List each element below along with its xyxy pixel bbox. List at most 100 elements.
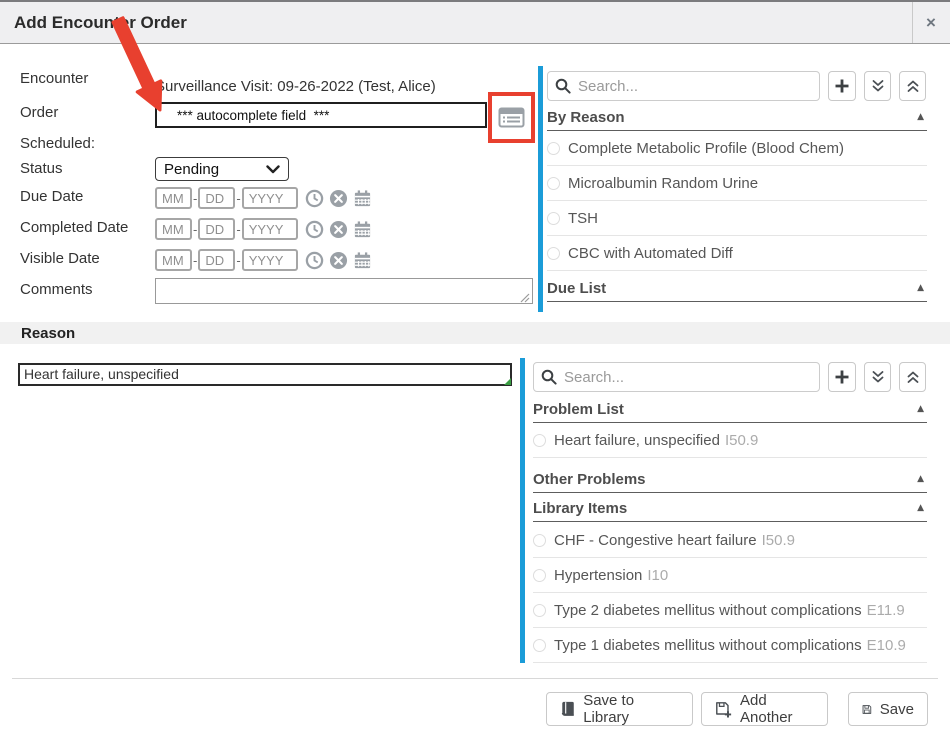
reason-section-band: Reason [0, 322, 950, 344]
clock-icon[interactable] [305, 220, 324, 239]
reason-option-label: Type 1 diabetes mellitus without complic… [554, 637, 862, 654]
status-selected-value: Pending [164, 161, 266, 178]
status-select[interactable]: Pending [155, 157, 289, 181]
date-separator: - [193, 222, 197, 237]
save-button[interactable]: Save [848, 692, 928, 726]
reason-option[interactable]: Hypertension I10 [533, 558, 927, 593]
visible-date-month-input[interactable] [155, 249, 192, 271]
book-icon [560, 700, 575, 718]
reason-option-label: CHF - Congestive heart failure [554, 532, 757, 549]
reason-band-label: Reason [21, 325, 75, 342]
calendar-icon[interactable] [353, 189, 372, 208]
reason-option[interactable]: Heart failure, unspecified I50.9 [533, 423, 927, 458]
visible-date-day-input[interactable] [198, 249, 235, 271]
order-autocomplete-input[interactable] [155, 102, 487, 128]
completed-date-day-input[interactable] [198, 218, 235, 240]
section-header-problem-list[interactable]: Problem List ▲ [533, 396, 927, 423]
search-icon [555, 78, 571, 94]
order-option[interactable]: CBC with Automated Diff [547, 236, 927, 271]
reason-search [533, 362, 820, 392]
collapse-caret-icon[interactable]: ▲ [917, 503, 927, 513]
radio-icon[interactable] [533, 434, 546, 447]
completed-date-year-input[interactable] [242, 218, 298, 240]
save-to-library-button[interactable]: Save to Library [546, 692, 693, 726]
double-chevron-up-icon [906, 370, 920, 384]
encounter-value: Surveillance Visit: 09-26-2022 (Test, Al… [155, 78, 436, 95]
completed-date-month-input[interactable] [155, 218, 192, 240]
save-icon [862, 701, 872, 718]
add-another-button[interactable]: Add Another [701, 692, 828, 726]
reason-option-code: E10.9 [867, 637, 906, 654]
radio-icon[interactable] [547, 142, 560, 155]
collapse-caret-icon[interactable]: ▲ [917, 474, 927, 484]
due-date-year-input[interactable] [242, 187, 298, 209]
reason-panel-accent-bar [520, 358, 525, 663]
clock-icon[interactable] [305, 189, 324, 208]
plus-icon [834, 78, 850, 94]
add-another-label: Add Another [740, 692, 814, 726]
collapse-all-reasons-button[interactable] [899, 362, 926, 392]
clear-date-icon[interactable] [329, 220, 348, 239]
collapse-caret-icon[interactable]: ▲ [917, 283, 927, 293]
section-header-library-items[interactable]: Library Items ▲ [533, 495, 927, 522]
add-order-button[interactable] [828, 71, 856, 101]
list-icon [498, 107, 525, 128]
add-reason-button[interactable] [828, 362, 856, 392]
collapse-caret-icon[interactable]: ▲ [917, 112, 927, 122]
order-list-picker-button[interactable] [495, 100, 528, 135]
close-icon[interactable]: × [918, 10, 944, 36]
order-option-label: TSH [568, 210, 598, 227]
collapse-all-orders-button[interactable] [899, 71, 926, 101]
radio-icon[interactable] [533, 639, 546, 652]
collapse-caret-icon[interactable]: ▲ [917, 404, 927, 414]
comments-textarea[interactable] [155, 278, 533, 304]
reason-option-code: E11.9 [867, 602, 905, 619]
radio-icon[interactable] [533, 534, 546, 547]
expand-all-reasons-button[interactable] [864, 362, 891, 392]
order-search-input[interactable] [547, 71, 820, 101]
visible-date-row: - - [155, 249, 372, 271]
order-option[interactable]: Complete Metabolic Profile (Blood Chem) [547, 131, 927, 166]
radio-icon[interactable] [533, 604, 546, 617]
clock-icon[interactable] [305, 251, 324, 270]
radio-icon[interactable] [547, 212, 560, 225]
radio-icon[interactable] [547, 177, 560, 190]
calendar-icon[interactable] [353, 220, 372, 239]
order-option-label: Microalbumin Random Urine [568, 175, 758, 192]
reason-option[interactable]: Type 2 diabetes mellitus without complic… [533, 593, 927, 628]
add-encounter-order-dialog: Add Encounter Order × Encounter Order Sc… [0, 0, 950, 735]
reason-search-input[interactable] [533, 362, 820, 392]
section-title: Problem List [533, 401, 917, 418]
reason-option[interactable]: CHF - Congestive heart failure I50.9 [533, 523, 927, 558]
expand-all-orders-button[interactable] [864, 71, 891, 101]
reason-option-code: I10 [647, 567, 668, 584]
date-separator: - [236, 191, 240, 206]
radio-icon[interactable] [547, 247, 560, 260]
radio-icon[interactable] [533, 569, 546, 582]
clear-date-icon[interactable] [329, 251, 348, 270]
order-option[interactable]: TSH [547, 201, 927, 236]
visible-date-year-input[interactable] [242, 249, 298, 271]
calendar-icon[interactable] [353, 251, 372, 270]
section-header-other-problems[interactable]: Other Problems ▲ [533, 466, 927, 493]
order-search [547, 71, 820, 101]
due-date-day-input[interactable] [198, 187, 235, 209]
order-option[interactable]: Microalbumin Random Urine [547, 166, 927, 201]
due-date-row: - - [155, 187, 372, 209]
reason-option[interactable]: Type 1 diabetes mellitus without complic… [533, 628, 927, 663]
visible-date-label: Visible Date [20, 250, 100, 267]
due-date-label: Due Date [20, 188, 83, 205]
clear-date-icon[interactable] [329, 189, 348, 208]
section-title: Other Problems [533, 471, 917, 488]
date-separator: - [236, 222, 240, 237]
encounter-label: Encounter [20, 70, 88, 87]
footer-divider [12, 678, 938, 679]
due-date-month-input[interactable] [155, 187, 192, 209]
completed-date-label: Completed Date [20, 219, 128, 236]
section-header-by-reason[interactable]: By Reason ▲ [547, 104, 927, 131]
section-header-due-list[interactable]: Due List ▲ [547, 275, 927, 302]
dialog-titlebar: Add Encounter Order × [0, 0, 950, 44]
save-plus-icon [715, 700, 732, 719]
order-option-label: CBC with Automated Diff [568, 245, 733, 262]
reason-input[interactable]: Heart failure, unspecified [18, 363, 512, 386]
